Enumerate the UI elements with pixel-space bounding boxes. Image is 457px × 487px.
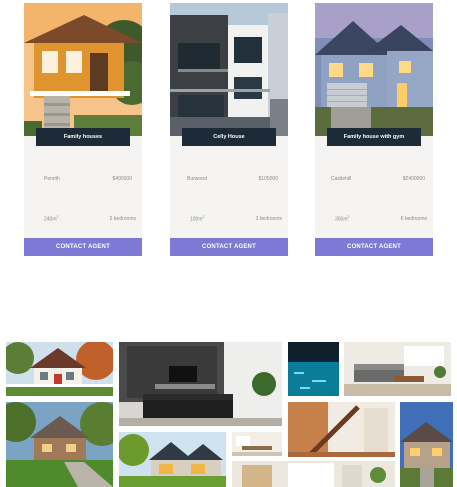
gallery-bright-room-photo[interactable] xyxy=(232,461,395,487)
gallery-modern-living-room-photo[interactable] xyxy=(344,342,451,396)
area-unit-superscript: 2 xyxy=(202,215,205,219)
gallery-white-cottage-photo[interactable] xyxy=(6,342,113,396)
listing-price: $105000 xyxy=(258,176,278,182)
listing-price: $400000 xyxy=(112,176,132,182)
listing-card-family-houses: Family houses Penrith $400000 240m2 5 be… xyxy=(24,3,142,256)
listing-title: Celly House xyxy=(182,128,276,146)
gallery-living-room-tv-photo[interactable] xyxy=(119,342,282,426)
area-unit-superscript: 2 xyxy=(56,215,59,219)
listing-price: $2400000 xyxy=(402,176,425,182)
area-unit-superscript: 2 xyxy=(347,215,350,219)
listing-bedrooms: 6 bedrooms xyxy=(400,216,427,222)
gallery-stone-house-photo[interactable] xyxy=(6,402,113,487)
gallery-dining-room-photo[interactable] xyxy=(232,432,282,456)
listing-location: Castlehill xyxy=(331,176,352,182)
listing-area: 100m2 xyxy=(190,215,204,223)
listing-card-family-house-with-gym: Family house with gym Castlehill $240000… xyxy=(315,3,433,256)
listing-area: 300m2 xyxy=(335,215,349,223)
house-photo-orange[interactable] xyxy=(24,3,142,136)
listing-bedrooms: 5 bedrooms xyxy=(109,216,136,222)
gallery-modern-house-photo[interactable] xyxy=(119,432,226,487)
contact-agent-button[interactable]: CONTACT AGENT xyxy=(24,238,142,256)
gallery-staircase-photo[interactable] xyxy=(288,402,395,457)
area-value: 240m xyxy=(44,216,57,223)
listing-bedrooms: 3 bedrooms xyxy=(255,216,282,222)
contact-agent-button[interactable]: CONTACT AGENT xyxy=(170,238,288,256)
contact-agent-button[interactable]: CONTACT AGENT xyxy=(315,238,433,256)
photo-gallery xyxy=(4,336,453,487)
listing-title: Family houses xyxy=(36,128,130,146)
listing-card-celly-house: Celly House Burwood $105000 100m2 3 bedr… xyxy=(170,3,288,256)
gallery-pool-night-photo[interactable] xyxy=(288,342,339,396)
listing-title: Family house with gym xyxy=(327,128,421,146)
area-value: 300m xyxy=(335,216,348,223)
listing-location: Penrith xyxy=(44,176,60,182)
area-value: 100m xyxy=(190,216,203,223)
house-photo-modern[interactable] xyxy=(170,3,288,136)
listing-location: Burwood xyxy=(187,176,207,182)
listing-area: 240m2 xyxy=(44,215,58,223)
house-photo-blue[interactable] xyxy=(315,3,433,136)
gallery-house-dusk-photo[interactable] xyxy=(400,402,453,487)
